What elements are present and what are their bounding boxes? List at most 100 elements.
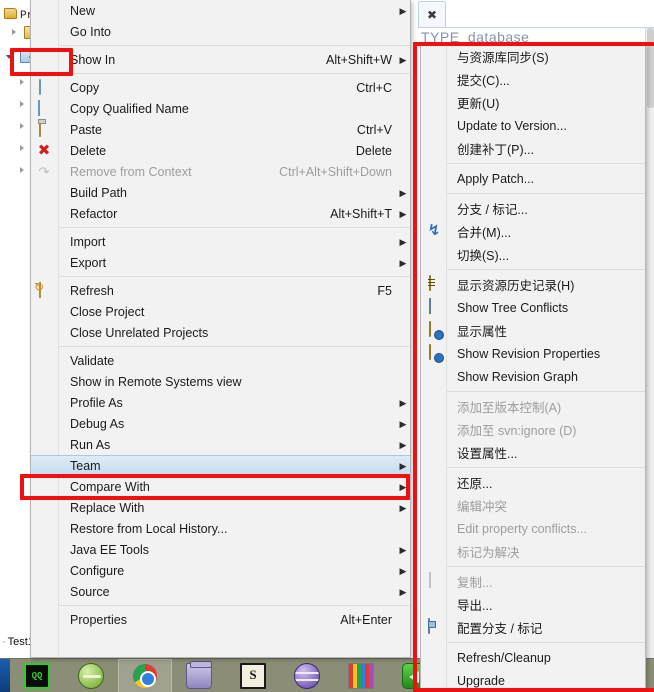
submenu-item-6[interactable]: Apply Patch... (421, 167, 645, 190)
menu-item-build-path[interactable]: Build Path ▶ (31, 182, 410, 203)
menu-item-label: Copy Qualified Name (70, 101, 189, 116)
tree-conflicts-icon (426, 298, 442, 315)
tree-item-child-5[interactable] (18, 164, 29, 184)
menu-item-label: Run As (70, 437, 111, 452)
color-bars-icon (348, 662, 374, 689)
menu-item-profile-as[interactable]: Profile As ▶ (31, 392, 410, 413)
start-button[interactable] (0, 658, 10, 692)
editor-vertical-scrollbar[interactable] (645, 28, 654, 658)
menu-item-delete[interactable]: ✖ Delete Delete (31, 140, 410, 161)
menu-item-paste[interactable]: Paste Ctrl+V (31, 119, 410, 140)
submenu-item-3[interactable]: Update to Version... (421, 114, 645, 137)
submenu-arrow-icon: ▶ (399, 502, 407, 513)
menu-item-team[interactable]: Team ▶ (31, 455, 410, 476)
menu-item-replace-with[interactable]: Replace With ▶ (31, 497, 410, 518)
submenu-item-13[interactable]: Show Tree Conflicts (421, 296, 645, 319)
menu-item-java-ee-tools[interactable]: Java EE Tools ▶ (31, 539, 410, 560)
recycle-bin-icon (186, 660, 212, 689)
submenu-item-31[interactable]: Refresh/Cleanup (421, 646, 645, 669)
submenu-item-22[interactable]: 还原... (421, 471, 645, 494)
menu-item-close-unrelated-projects[interactable]: Close Unrelated Projects (31, 322, 410, 343)
menu-item-label: Close Unrelated Projects (70, 325, 209, 340)
submenu-separator (447, 193, 645, 194)
submenu-arrow-icon: ▶ (399, 586, 407, 597)
submenu-item-9[interactable]: ↯ 合并(M)... (421, 220, 645, 243)
submenu-item-28[interactable]: 导出... (421, 593, 645, 616)
menu-item-label: Show In (70, 52, 116, 67)
menu-item-label: Import (70, 234, 106, 249)
menu-item-configure[interactable]: Configure ▶ (31, 560, 410, 581)
submenu-item-12[interactable]: 显示资源历史记录(H) (421, 273, 645, 296)
menu-item-show-in[interactable]: Show In Alt+Shift+W ▶ (31, 49, 410, 70)
menu-item-go-into[interactable]: Go Into (31, 21, 410, 42)
submenu-item-2[interactable]: 更新(U) (421, 91, 645, 114)
chevron-right-icon[interactable] (10, 28, 19, 37)
submenu-item-20[interactable]: 设置属性... (421, 441, 645, 464)
taskbar-chrome[interactable] (118, 658, 172, 692)
submenu-item-16[interactable]: Show Revision Graph (421, 365, 645, 388)
menu-item-show-in-remote-systems-view[interactable]: Show in Remote Systems view (31, 371, 410, 392)
chevron-right-icon[interactable] (18, 78, 27, 87)
chevron-right-icon[interactable] (18, 144, 27, 153)
history-icon (426, 275, 442, 292)
submenu-item-19: 添加至 svn:ignore (D) (421, 418, 645, 441)
taskbar-recycle-bin[interactable] (172, 659, 226, 692)
menu-item-import[interactable]: Import ▶ (31, 231, 410, 252)
close-icon[interactable]: ✖ (426, 9, 438, 21)
chrome-icon (132, 662, 158, 689)
submenu-item-label: Refresh/Cleanup (457, 650, 551, 665)
menu-item-restore-from-local-history[interactable]: Restore from Local History... (31, 518, 410, 539)
chevron-right-icon[interactable] (18, 100, 27, 109)
menu-item-run-as[interactable]: Run As ▶ (31, 434, 410, 455)
taskbar-eclipse[interactable] (64, 659, 118, 692)
menu-item-copy[interactable]: Copy Ctrl+C (31, 77, 410, 98)
submenu-arrow-icon: ▶ (399, 208, 407, 219)
menu-item-close-project[interactable]: Close Project (31, 301, 410, 322)
taskbar-sdoc[interactable]: S (226, 659, 280, 692)
chevron-down-icon[interactable] (6, 52, 15, 61)
submenu-item-4[interactable]: 创建补丁(P)... (421, 137, 645, 160)
submenu-item-10[interactable]: 切换(S)... (421, 243, 645, 266)
tree-item-child-1[interactable] (18, 76, 29, 96)
submenu-item-1[interactable]: 提交(C)... (421, 68, 645, 91)
menu-item-label: Team (70, 458, 101, 473)
submenu-item-15[interactable]: Show Revision Properties (421, 342, 645, 365)
taskbar-browser[interactable] (280, 659, 334, 692)
submenu-item-14[interactable]: 显示属性 (421, 319, 645, 342)
project-context-menu[interactable]: New ▶ Go Into Show In Alt+Shift+W ▶ Copy Ctrl+C… (30, 0, 411, 658)
taskbar-colorbars[interactable] (334, 659, 388, 692)
submenu-item-label: Show Revision Graph (457, 369, 578, 384)
tree-item-child-2[interactable] (18, 98, 29, 118)
menu-item-debug-as[interactable]: Debug As ▶ (31, 413, 410, 434)
submenu-item-0[interactable]: 与资源库同步(S) (421, 45, 645, 68)
tree-item-child-4[interactable] (18, 142, 29, 162)
menu-item-label: Debug As (70, 416, 125, 431)
team-submenu[interactable]: 与资源库同步(S) 提交(C)... 更新(U) Update to Version.… (420, 44, 646, 690)
menu-item-label: Properties (70, 612, 127, 627)
submenu-item-32[interactable]: Upgrade (421, 669, 645, 692)
chevron-right-icon[interactable] (18, 166, 27, 175)
copy-disabled-icon (426, 572, 442, 589)
menu-item-label: Remove from Context (70, 164, 192, 179)
menu-item-new[interactable]: New ▶ (31, 0, 410, 21)
chevron-right-icon[interactable] (18, 122, 27, 131)
menu-item-properties[interactable]: Properties Alt+Enter (31, 609, 410, 630)
menu-item-compare-with[interactable]: Compare With ▶ (31, 476, 410, 497)
submenu-item-label: 设置属性... (457, 447, 518, 461)
menu-item-label: Configure (70, 563, 125, 578)
taskbar-qq[interactable]: QQ (10, 659, 64, 692)
menu-item-copy-qualified-name[interactable]: Copy Qualified Name (31, 98, 410, 119)
menu-item-refactor[interactable]: Refactor Alt+Shift+T ▶ (31, 203, 410, 224)
menu-item-refresh[interactable]: Refresh F5 (31, 280, 410, 301)
menu-item-source[interactable]: Source ▶ (31, 581, 410, 602)
submenu-item-8[interactable]: 分支 / 标记... (421, 197, 645, 220)
submenu-arrow-icon: ▶ (399, 544, 407, 555)
scrollbar-thumb[interactable] (647, 28, 654, 108)
menu-item-export[interactable]: Export ▶ (31, 252, 410, 273)
menu-item-validate[interactable]: Validate (31, 350, 410, 371)
submenu-item-label: 导出... (457, 599, 493, 613)
editor-tab[interactable]: ✖ (418, 1, 446, 27)
submenu-item-29[interactable]: 配置分支 / 标记 (421, 616, 645, 639)
menu-item-label: Close Project (70, 304, 145, 319)
tree-item-child-3[interactable] (18, 120, 29, 140)
